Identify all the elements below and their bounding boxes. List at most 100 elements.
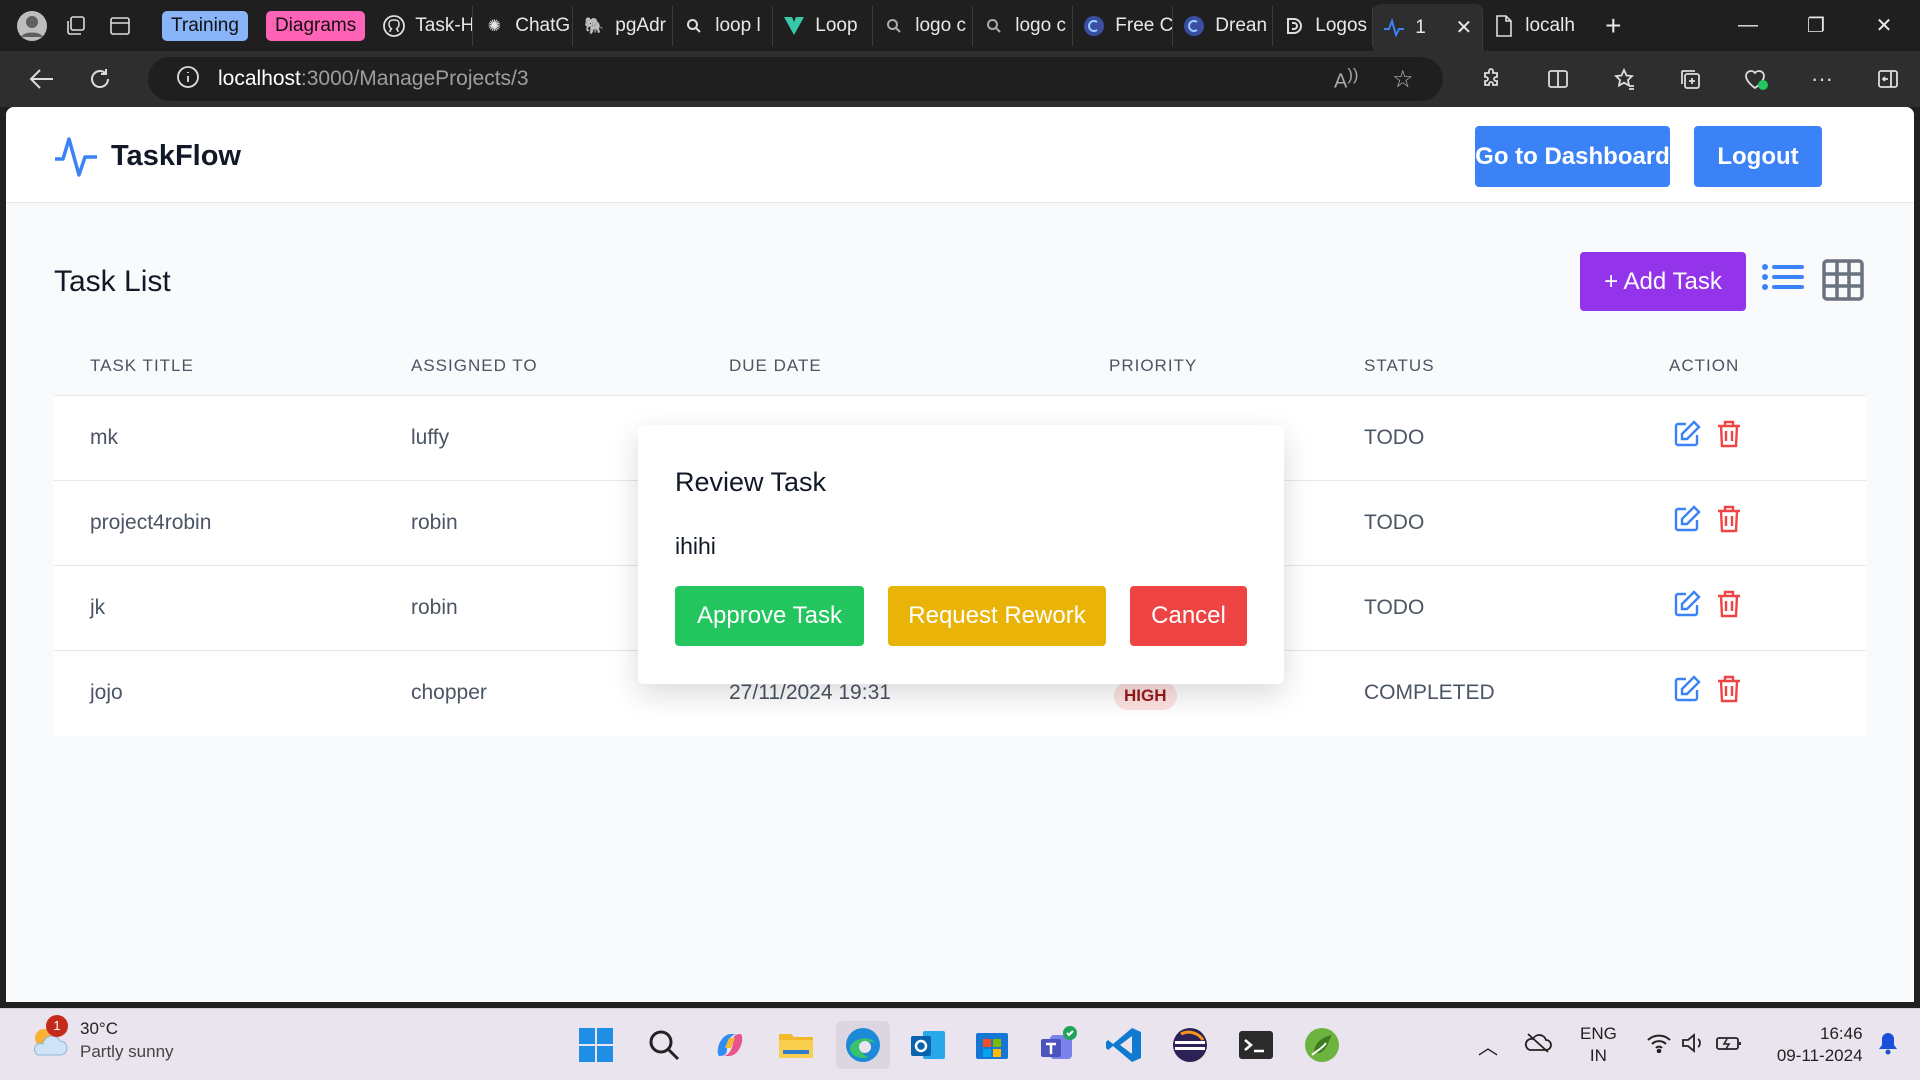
split-screen-icon[interactable]	[1532, 55, 1584, 103]
language-indicator[interactable]: ENG IN	[1580, 1023, 1617, 1067]
column-header-task-title: Task Title	[90, 356, 194, 375]
tab-label: Task-H	[415, 14, 474, 36]
notifications-bell-icon[interactable]	[1877, 1031, 1899, 1060]
weather-widget[interactable]: 1 30°C Partly sunny	[28, 1014, 174, 1062]
browser-tab-strip: Training Diagrams Task-H ✺ ChatG 🐘 pgAdr l…	[0, 0, 1920, 51]
modal-title: Review Task	[675, 467, 827, 497]
tab-actions-icon[interactable]	[98, 0, 142, 51]
clock[interactable]: 16:46 09-11-2024	[1777, 1023, 1863, 1067]
browser-tab[interactable]: logo c	[973, 5, 1074, 46]
file-explorer-icon[interactable]	[772, 1021, 820, 1069]
delete-icon[interactable]	[1713, 503, 1745, 535]
windows-start-icon[interactable]	[572, 1021, 620, 1069]
tab-group-diagrams[interactable]: Diagrams	[265, 10, 366, 41]
browser-tab[interactable]: Logos	[1273, 5, 1374, 46]
close-tab-icon[interactable]: ✕	[1456, 15, 1473, 40]
reload-icon[interactable]	[74, 55, 126, 103]
browser-tab[interactable]: loop l	[673, 5, 774, 46]
grid-view-icon[interactable]	[1820, 257, 1866, 303]
profile-avatar-icon[interactable]	[10, 0, 54, 51]
weather-text: 30°C Partly sunny	[80, 1019, 174, 1062]
copilot-icon[interactable]	[706, 1021, 754, 1069]
browser-tab[interactable]: localh	[1483, 6, 1583, 46]
assigned-to-cell: chopper	[411, 681, 487, 704]
weather-temperature: 30°C	[80, 1019, 118, 1038]
edge-browser-icon[interactable]	[836, 1021, 890, 1069]
brand-name: TaskFlow	[111, 139, 241, 172]
url-path: :3000/ManageProjects/3	[300, 67, 529, 90]
more-options-icon[interactable]: ···	[1796, 55, 1848, 103]
new-tab-icon[interactable]: +	[1591, 0, 1635, 51]
browser-tab[interactable]: Free C	[1073, 5, 1174, 46]
cancel-button[interactable]: Cancel	[1130, 586, 1247, 646]
page-icon	[1493, 14, 1515, 37]
browser-tab[interactable]: 🐘 pgAdr	[573, 5, 674, 46]
browser-tab[interactable]: ✺ ChatG	[473, 5, 574, 46]
edit-icon[interactable]	[1671, 588, 1703, 620]
extensions-icon[interactable]	[1466, 55, 1518, 103]
delete-icon[interactable]	[1713, 418, 1745, 450]
search-icon	[683, 15, 705, 37]
close-window-icon[interactable]: ✕	[1850, 0, 1918, 51]
address-bar[interactable]: localhost:3000/ManageProjects/3 A)) ☆	[148, 57, 1443, 101]
microsoft-store-icon[interactable]	[968, 1021, 1016, 1069]
openai-icon: ✺	[487, 17, 501, 35]
spring-tool-icon[interactable]	[1298, 1021, 1346, 1069]
delete-icon[interactable]	[1713, 673, 1745, 705]
approve-task-button[interactable]: Approve Task	[675, 586, 864, 646]
browser-essentials-icon[interactable]	[1730, 55, 1782, 103]
teams-icon[interactable]	[1034, 1021, 1082, 1069]
workspaces-icon[interactable]	[54, 0, 98, 51]
volume-icon[interactable]	[1681, 1032, 1705, 1059]
onedrive-icon[interactable]	[1524, 1032, 1552, 1059]
browser-tab[interactable]: Loop	[773, 5, 874, 46]
table-header-row: Task Title Assigned To Due Date Priority…	[54, 335, 1866, 396]
url-text[interactable]: localhost:3000/ManageProjects/3	[218, 67, 529, 91]
taskbar-search-icon[interactable]	[640, 1021, 688, 1069]
browser-tab[interactable]: Task-H	[373, 5, 474, 46]
brand-logo[interactable]: TaskFlow	[53, 133, 241, 179]
edit-icon[interactable]	[1671, 503, 1703, 535]
logout-button[interactable]: Logout	[1694, 126, 1822, 187]
site-info-icon[interactable]	[176, 65, 200, 94]
go-to-dashboard-button[interactable]: Go to Dashboard	[1475, 126, 1670, 187]
column-header-priority: Priority	[1109, 356, 1198, 375]
task-title-cell: project4robin	[90, 511, 212, 534]
read-aloud-icon[interactable]: A))	[1334, 65, 1358, 94]
tab-label: Loop	[815, 14, 858, 36]
browser-tab-active[interactable]: 1 ✕	[1373, 4, 1484, 51]
sidebar-toggle-icon[interactable]	[1862, 55, 1914, 103]
edit-icon[interactable]	[1671, 673, 1703, 705]
request-rework-button[interactable]: Request Rework	[888, 586, 1106, 646]
eclipse-icon[interactable]	[1166, 1021, 1214, 1069]
terminal-icon[interactable]	[1232, 1021, 1280, 1069]
favorite-star-icon[interactable]: ☆	[1392, 65, 1414, 94]
url-host: localhost	[218, 67, 301, 90]
tab-label: localh	[1525, 14, 1575, 36]
favorites-icon[interactable]	[1598, 55, 1650, 103]
outlook-icon[interactable]	[904, 1021, 952, 1069]
tab-group-training[interactable]: Training	[162, 10, 248, 41]
tab-label: pgAdr	[615, 14, 666, 36]
column-header-action: Action	[1669, 356, 1740, 375]
back-icon[interactable]	[16, 55, 68, 103]
restore-window-icon[interactable]: ❐	[1782, 0, 1850, 51]
delete-icon[interactable]	[1713, 588, 1745, 620]
page-viewport: TaskFlow Go to Dashboard Logout Task Lis…	[6, 107, 1914, 1002]
github-icon	[383, 14, 406, 37]
tab-label: loop l	[715, 14, 761, 36]
task-title-cell: jk	[90, 596, 106, 619]
show-hidden-icons-icon[interactable]: ︿	[1478, 1031, 1498, 1060]
battery-icon[interactable]	[1715, 1033, 1743, 1058]
edit-icon[interactable]	[1671, 418, 1703, 450]
vscode-icon[interactable]	[1100, 1021, 1148, 1069]
collections-icon[interactable]	[1664, 55, 1716, 103]
add-task-button[interactable]: + Add Task	[1580, 252, 1746, 311]
wifi-icon[interactable]	[1647, 1033, 1671, 1058]
review-task-modal: Review Task ihihi Approve Task Request R…	[638, 425, 1284, 684]
minimize-window-icon[interactable]: —	[1714, 0, 1782, 51]
tab-label: Logos	[1315, 14, 1368, 36]
list-view-icon[interactable]	[1760, 257, 1806, 303]
browser-tab[interactable]: Drean	[1173, 5, 1274, 46]
browser-tab[interactable]: logo c	[873, 5, 974, 46]
